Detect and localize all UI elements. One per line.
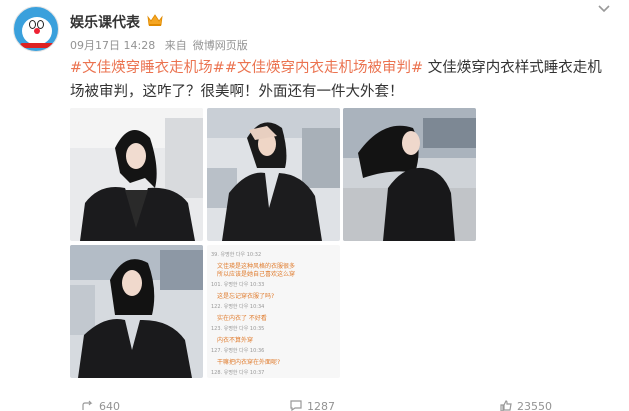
crown-icon [147, 14, 163, 26]
comment-text: 所以应该是她自己喜欢这么穿 [217, 271, 296, 278]
comment-meta: 39. 유명한 다우 10:32 [211, 252, 262, 258]
post-meta: 09月17日 14:28 来自 微博网页版 [70, 37, 254, 53]
hashtag-link[interactable]: #文佳煐穿内衣走机场被审判# [225, 60, 423, 76]
comment-count: 1287 [307, 400, 335, 411]
like-count: 23550 [517, 400, 552, 411]
comment-meta: 123. 유명한 다우 10:35 [211, 326, 265, 332]
hashtag-link[interactable]: #文佳煐穿睡衣走机场# [70, 60, 225, 76]
comment-text: 这是忘记穿衣服了吗? [217, 293, 275, 300]
post-image[interactable] [207, 108, 340, 241]
post-image[interactable] [70, 108, 203, 241]
comment-icon [290, 400, 302, 411]
chevron-down-icon[interactable] [597, 4, 611, 14]
post-image[interactable] [343, 108, 476, 241]
thumbs-up-icon [500, 400, 512, 411]
source-prefix: 来自 [164, 39, 187, 52]
forward-button[interactable]: 640 [82, 400, 120, 411]
username[interactable]: 娱乐课代表 [70, 12, 140, 32]
comment-text: 实在内衣了 不好看 [217, 315, 267, 322]
comment-meta: 122. 유명한 다우 10:34 [211, 304, 265, 310]
comment-meta: 101. 유명한 다우 10:33 [211, 282, 265, 288]
forward-count: 640 [99, 400, 120, 411]
post-source: 微博网页版 [192, 39, 248, 52]
post-image[interactable] [70, 245, 203, 378]
avatar[interactable] [13, 6, 59, 52]
comment-meta: 128. 유명한 다우 10:37 [211, 370, 265, 376]
comment-text: 干嘛把内衣穿在外面呢? [217, 359, 281, 366]
comments-screenshot-image[interactable]: 39. 유명한 다우 10:32 文佳瑛是这种风格的衣服很多 所以应该是她自己喜… [207, 245, 340, 378]
forward-icon [82, 400, 93, 410]
like-button[interactable]: 23550 [500, 400, 552, 411]
comment-text: 内衣不算外穿 [217, 337, 254, 344]
post-text: #文佳煐穿睡衣走机场##文佳煐穿内衣走机场被审判# 文佳煐穿内衣样式睡衣走机场被… [70, 56, 610, 104]
comment-meta: 127. 유명한 다우 10:36 [211, 348, 265, 354]
action-bar: 640 1287 23550 [0, 400, 629, 411]
post-date[interactable]: 09月17日 14:28 [70, 39, 155, 52]
comment-button[interactable]: 1287 [290, 400, 335, 411]
